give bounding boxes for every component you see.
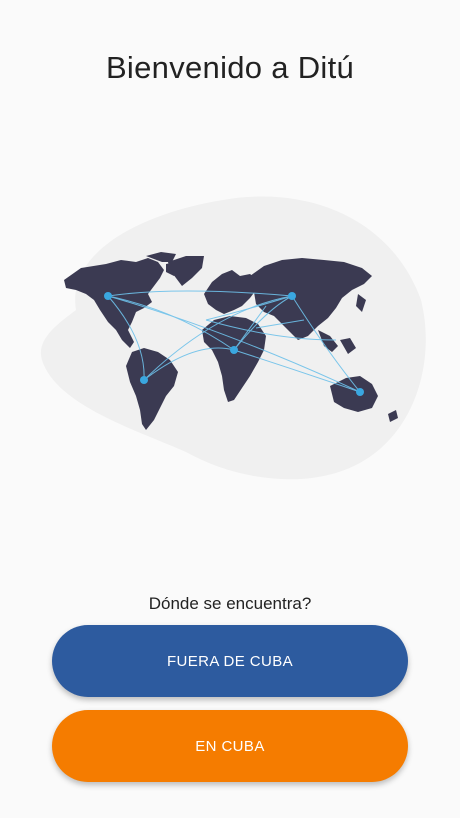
in-cuba-button[interactable]: EN CUBA: [52, 710, 408, 782]
location-question: Dónde se encuentra?: [148, 594, 312, 613]
outside-cuba-button-label: FUERA DE CUBA: [166, 652, 294, 670]
node-north-america: [104, 292, 112, 300]
world-map-network-icon: [40, 196, 426, 480]
in-cuba-button-label: EN CUBA: [195, 737, 265, 755]
node-south-america: [140, 376, 148, 384]
page-title: Bienvenido a Ditú: [105, 50, 355, 85]
node-australia: [356, 388, 364, 396]
outside-cuba-button[interactable]: FUERA DE CUBA: [52, 625, 408, 697]
node-africa: [230, 346, 238, 354]
node-asia: [288, 292, 296, 300]
welcome-screen: Bienvenido a Ditú Dónde se encuentra? FU…: [0, 0, 460, 818]
